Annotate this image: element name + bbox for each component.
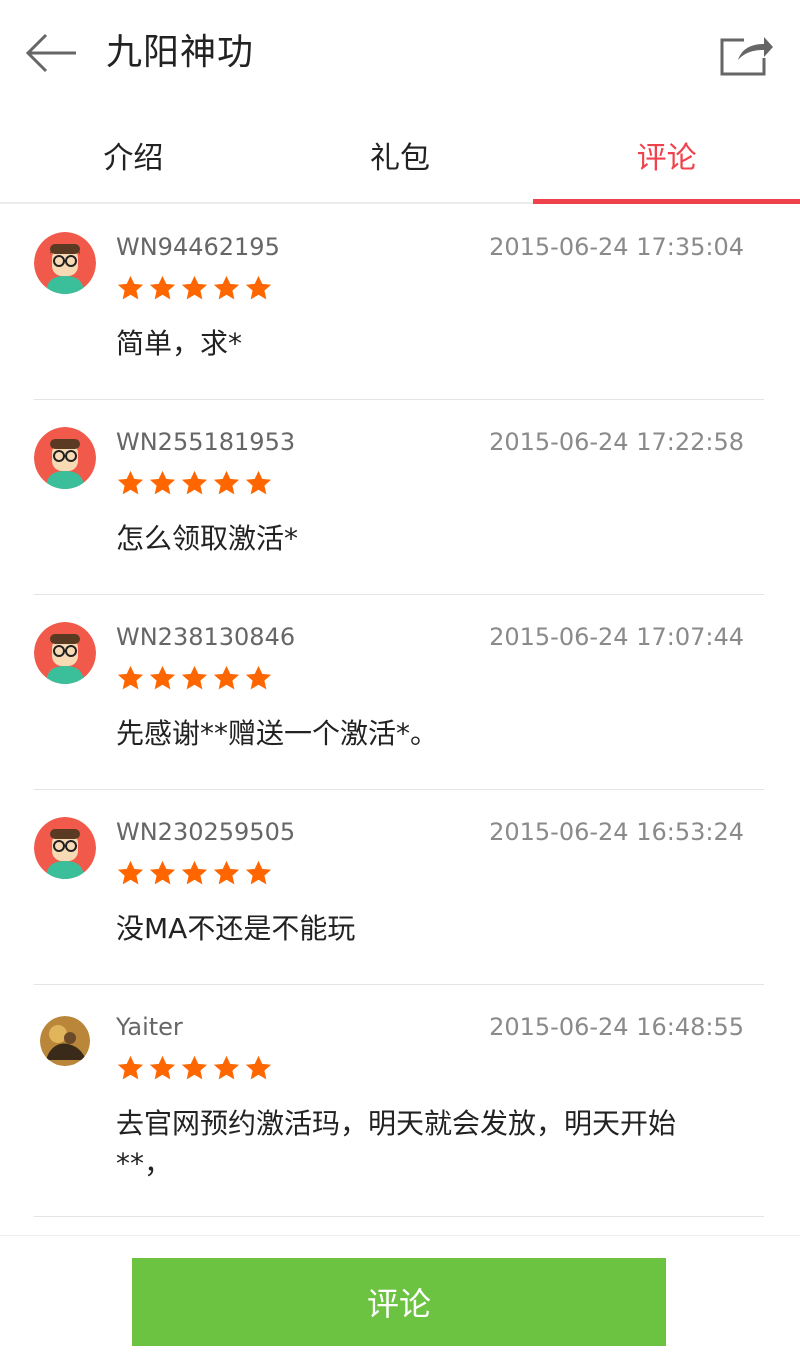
star-icon bbox=[181, 860, 208, 885]
comment-text: 怎么领取激活* bbox=[116, 522, 299, 555]
star-icon bbox=[149, 1055, 176, 1080]
back-button[interactable] bbox=[22, 28, 82, 78]
write-comment-button[interactable]: 评论 bbox=[132, 1258, 666, 1346]
star-icon bbox=[245, 1055, 272, 1080]
timestamp: 2015-06-24 17:22:58 bbox=[489, 428, 744, 456]
star-icon bbox=[181, 665, 208, 690]
star-icon bbox=[117, 275, 144, 300]
star-icon bbox=[245, 275, 272, 300]
timestamp: 2015-06-24 17:07:44 bbox=[489, 623, 744, 651]
bottom-bar: 评论 bbox=[0, 1235, 800, 1367]
star-icon bbox=[117, 470, 144, 495]
cartoon-avatar-icon bbox=[34, 622, 96, 684]
avatar[interactable] bbox=[34, 622, 96, 684]
arrow-left-icon bbox=[25, 33, 76, 73]
star-icon bbox=[245, 665, 272, 690]
star-icon bbox=[149, 275, 176, 300]
avatar[interactable] bbox=[34, 427, 96, 489]
star-icon bbox=[149, 860, 176, 885]
comment-text: 没MA不还是不能玩 bbox=[116, 912, 356, 945]
avatar[interactable] bbox=[40, 1016, 90, 1066]
comment-item: WN94462195 2015-06-24 17:35:04 简单，求* bbox=[34, 204, 764, 400]
star-icon bbox=[213, 1055, 240, 1080]
cartoon-avatar-icon bbox=[34, 817, 96, 879]
page-title: 九阳神功 bbox=[106, 32, 255, 73]
rating-stars bbox=[116, 1054, 273, 1083]
cartoon-avatar-icon bbox=[34, 427, 96, 489]
username: WN255181953 bbox=[116, 428, 296, 456]
username: WN230259505 bbox=[116, 818, 296, 846]
star-icon bbox=[245, 860, 272, 885]
username: Yaiter bbox=[116, 1013, 183, 1041]
app-header: 九阳神功 bbox=[0, 0, 800, 108]
avatar[interactable] bbox=[34, 817, 96, 879]
star-icon bbox=[117, 860, 144, 885]
cartoon-avatar-icon bbox=[34, 232, 96, 294]
star-icon bbox=[245, 470, 272, 495]
tab-comments[interactable]: 评论 bbox=[533, 108, 800, 204]
star-icon bbox=[213, 860, 240, 885]
star-icon bbox=[149, 470, 176, 495]
star-icon bbox=[213, 470, 240, 495]
star-icon bbox=[181, 470, 208, 495]
comment-item: WN230259505 2015-06-24 16:53:24 没MA不还是不能… bbox=[34, 789, 764, 985]
comment-text: 去官网预约激活玛，明天就会发放，明天开始**， bbox=[116, 1107, 677, 1180]
star-icon bbox=[117, 665, 144, 690]
star-icon bbox=[181, 1055, 208, 1080]
comment-text: 简单，求* bbox=[116, 327, 243, 360]
comment-item: WN238130846 2015-06-24 17:07:44 先感谢**赠送一… bbox=[34, 594, 764, 790]
star-icon bbox=[149, 665, 176, 690]
comment-text: 先感谢**赠送一个激活*。 bbox=[116, 717, 439, 750]
tab-bar: 介绍 礼包 评论 bbox=[0, 108, 800, 204]
photo-avatar-icon bbox=[40, 1016, 90, 1066]
timestamp: 2015-06-24 16:53:24 bbox=[489, 818, 744, 846]
star-icon bbox=[181, 275, 208, 300]
comment-item: WN255181953 2015-06-24 17:22:58 怎么领取激活* bbox=[34, 399, 764, 595]
rating-stars bbox=[116, 469, 273, 498]
username: WN94462195 bbox=[116, 233, 280, 261]
share-icon bbox=[720, 37, 773, 76]
rating-stars bbox=[116, 859, 273, 888]
star-icon bbox=[117, 1055, 144, 1080]
rating-stars bbox=[116, 664, 273, 693]
star-icon bbox=[213, 665, 240, 690]
tab-gift[interactable]: 礼包 bbox=[267, 108, 534, 202]
timestamp: 2015-06-24 17:35:04 bbox=[489, 233, 744, 261]
star-icon bbox=[213, 275, 240, 300]
share-button[interactable] bbox=[714, 28, 776, 80]
username: WN238130846 bbox=[116, 623, 296, 651]
rating-stars bbox=[116, 274, 273, 303]
tab-intro[interactable]: 介绍 bbox=[0, 108, 267, 202]
avatar[interactable] bbox=[34, 232, 96, 294]
comment-item: Yaiter 2015-06-24 16:48:55 去官网预约激活玛，明天就会… bbox=[34, 984, 764, 1217]
timestamp: 2015-06-24 16:48:55 bbox=[489, 1013, 744, 1041]
